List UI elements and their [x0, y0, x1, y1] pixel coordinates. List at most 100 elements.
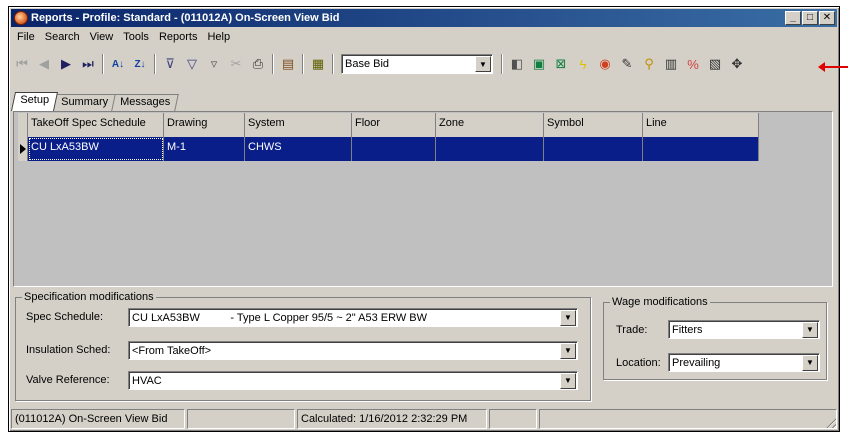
toolbar-separator	[102, 54, 104, 74]
excel-export-icon[interactable]: ▣	[528, 53, 550, 75]
filter-remove-icon[interactable]: ✂	[225, 53, 247, 75]
wage-mods-group: Wage modifications Trade: Fitters ▼ Loca…	[603, 296, 827, 380]
minimize-icon: _	[790, 12, 796, 23]
row-pointer-icon	[20, 144, 26, 154]
close-icon: ✕	[822, 12, 832, 23]
menu-search[interactable]: Search	[40, 31, 85, 43]
annotation-arrow-icon	[818, 62, 848, 72]
table-cell[interactable]	[436, 137, 544, 161]
menu-view[interactable]: View	[85, 31, 119, 43]
sort-descending-icon[interactable]: Z↓	[129, 53, 151, 75]
insulation-select[interactable]: <From TakeOff> ▼	[128, 341, 578, 360]
tab-summary-label: Summary	[60, 96, 108, 108]
tab-strip: Setup Summary Messages	[10, 91, 179, 111]
trade-value: Fitters	[672, 323, 703, 336]
lightning-icon[interactable]: ϟ	[572, 53, 594, 75]
menu-bar: File Search View Tools Reports Help	[11, 28, 837, 46]
window-controls: _ □ ✕	[784, 11, 835, 25]
chevron-down-icon[interactable]: ▼	[475, 56, 491, 72]
table-cell[interactable]	[544, 137, 643, 161]
insulation-label: Insulation Sched:	[26, 344, 111, 356]
table-cell[interactable]: M-1	[164, 137, 245, 161]
status-calculated: Calculated: 1/16/2012 2:32:29 PM	[297, 409, 487, 429]
chevron-down-icon[interactable]: ▼	[560, 309, 576, 326]
spec-mods-group: Specification modifications Spec Schedul…	[15, 291, 591, 401]
menu-help[interactable]: Help	[202, 31, 235, 43]
toolbar: ⏮ ◀ ▶ ⏭ A↓ Z↓ ⊽ ▽ ▿ ✂ ⎙ ▤ ▦ Base Bid ▼ ◧…	[11, 49, 837, 79]
chevron-down-icon[interactable]: ▼	[802, 354, 818, 371]
menu-reports[interactable]: Reports	[154, 31, 203, 43]
crosshair-icon[interactable]: ✥	[726, 53, 748, 75]
export-icon[interactable]: ▤	[277, 53, 299, 75]
calculator-icon[interactable]: ▦	[307, 53, 329, 75]
trade-label: Trade:	[616, 324, 648, 336]
column-header[interactable]: Floor	[352, 113, 436, 137]
column-header[interactable]: Zone	[436, 113, 544, 137]
spec-schedule-label: Spec Schedule:	[26, 311, 104, 323]
bid-select[interactable]: Base Bid ▼	[341, 54, 493, 74]
table-cell[interactable]: CU LxA53BW	[28, 137, 164, 161]
sort-ascending-icon[interactable]: A↓	[107, 53, 129, 75]
column-header[interactable]: System	[245, 113, 352, 137]
maximize-button[interactable]: □	[802, 11, 818, 25]
close-button[interactable]: ✕	[819, 11, 835, 25]
first-record-icon[interactable]: ⏮	[11, 53, 33, 75]
filter-add-icon[interactable]: ⊽	[159, 53, 181, 75]
spreadsheet-icon[interactable]: ⊠	[550, 53, 572, 75]
row-indicator[interactable]	[18, 137, 28, 161]
wage-mods-label: Wage modifications	[610, 296, 710, 308]
last-record-icon[interactable]: ⏭	[77, 53, 99, 75]
spec-schedule-value: CU LxA53BW - Type L Copper 95/5 ~ 2" A53…	[132, 311, 428, 324]
toolbar-separator	[332, 54, 334, 74]
toolbar-separator	[302, 54, 304, 74]
magnify-icon[interactable]: ⚲	[638, 53, 660, 75]
tab-messages[interactable]: Messages	[111, 94, 179, 111]
spec-schedule-select[interactable]: CU LxA53BW - Type L Copper 95/5 ~ 2" A53…	[128, 308, 578, 327]
location-value: Prevailing	[672, 356, 721, 369]
document-icon[interactable]: ▧	[704, 53, 726, 75]
app-icon[interactable]	[14, 11, 28, 25]
tab-summary[interactable]: Summary	[51, 94, 117, 111]
grid-icon[interactable]: ▥	[660, 53, 682, 75]
maximize-icon: □	[806, 12, 814, 23]
setup-grid[interactable]: TakeOff Spec Schedule Drawing System Flo…	[13, 111, 833, 287]
valve-reference-value: HVAC	[132, 374, 162, 387]
chevron-down-icon[interactable]: ▼	[802, 321, 818, 338]
table-row[interactable]: CU LxA53BW M-1 CHWS	[18, 137, 759, 161]
column-header[interactable]: Drawing	[164, 113, 245, 137]
tab-setup[interactable]: Setup	[10, 92, 58, 111]
print-icon[interactable]: ⎙	[247, 53, 269, 75]
toolbar-separator	[272, 54, 274, 74]
column-header[interactable]: TakeOff Spec Schedule	[28, 113, 164, 137]
bid-select-value: Base Bid	[345, 58, 390, 70]
toolbar-separator	[154, 54, 156, 74]
grid-header-row: TakeOff Spec Schedule Drawing System Flo…	[18, 113, 759, 137]
next-record-icon[interactable]: ▶	[55, 53, 77, 75]
title-bar[interactable]: Reports - Profile: Standard - (011012A) …	[11, 9, 837, 27]
percent-icon[interactable]: %	[682, 53, 704, 75]
tab-messages-label: Messages	[119, 96, 171, 108]
menu-tools[interactable]: Tools	[118, 31, 154, 43]
menu-file[interactable]: File	[11, 31, 40, 43]
chevron-down-icon[interactable]: ▼	[560, 342, 576, 359]
chevron-down-icon[interactable]: ▼	[560, 372, 576, 389]
properties-icon[interactable]: ◧	[506, 53, 528, 75]
row-indicator-header	[18, 113, 28, 137]
valve-reference-select[interactable]: HVAC ▼	[128, 371, 578, 390]
status-empty-panel	[489, 409, 537, 429]
reports-window: Reports - Profile: Standard - (011012A) …	[8, 6, 840, 432]
location-select[interactable]: Prevailing ▼	[668, 353, 820, 372]
globe-icon[interactable]: ◉	[594, 53, 616, 75]
table-cell[interactable]	[643, 137, 759, 161]
edit-icon[interactable]: ✎	[616, 53, 638, 75]
filter-edit-icon[interactable]: ▿	[203, 53, 225, 75]
table-cell[interactable]: CHWS	[245, 137, 352, 161]
trade-select[interactable]: Fitters ▼	[668, 320, 820, 339]
table-cell[interactable]	[352, 137, 436, 161]
minimize-button[interactable]: _	[785, 11, 801, 25]
prev-record-icon[interactable]: ◀	[33, 53, 55, 75]
status-empty-panel	[187, 409, 295, 429]
column-header[interactable]: Line	[643, 113, 759, 137]
filter-icon[interactable]: ▽	[181, 53, 203, 75]
column-header[interactable]: Symbol	[544, 113, 643, 137]
